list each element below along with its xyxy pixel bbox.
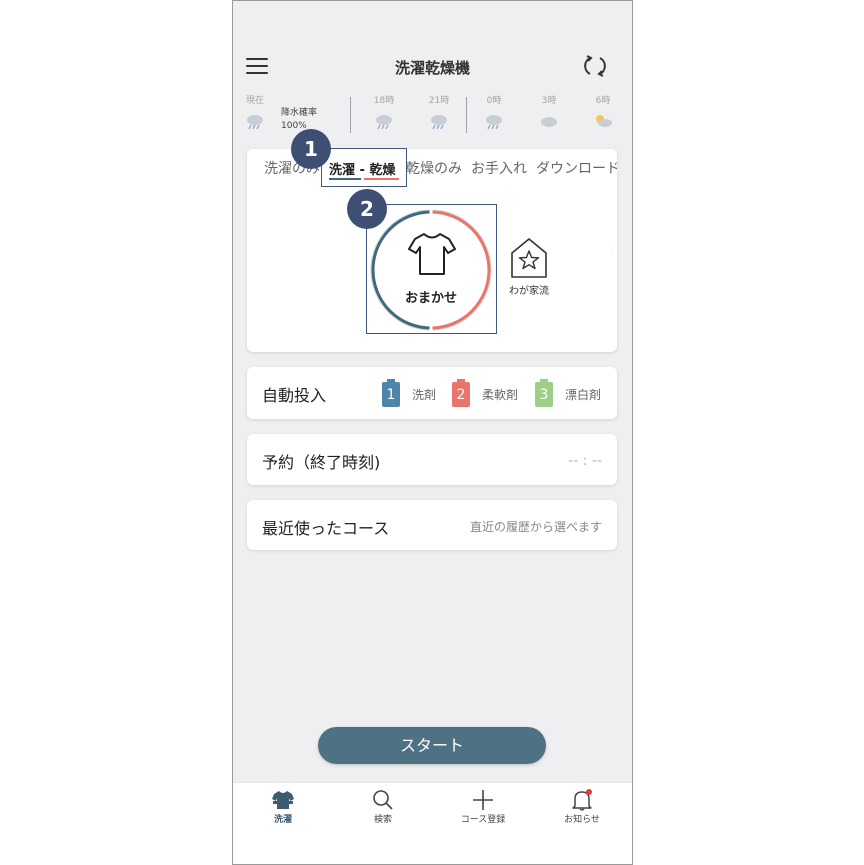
start-button[interactable]: スタート [318, 727, 546, 764]
rain-cloud-icon [247, 115, 263, 130]
refresh-icon[interactable] [582, 53, 608, 79]
sun-cloud-icon [596, 115, 612, 127]
plus-icon [473, 790, 493, 810]
house-star-icon [511, 238, 547, 278]
forecast-time: 21時 [428, 96, 450, 106]
carousel-fade-left [247, 199, 307, 329]
course-label: わが家流 [509, 286, 549, 297]
nav-course-register[interactable]: コース登録 [433, 789, 533, 825]
nav-label: 検索 [373, 815, 392, 825]
bottom-nav: 洗濯 検索 コース登録 お知らせ [233, 782, 632, 864]
recent-courses-hint: 直近の履歴から選べます [469, 520, 602, 534]
nav-laundry[interactable]: 洗濯 [233, 789, 333, 825]
page-title: 洗濯乾燥機 [394, 59, 470, 77]
bleach-label: 漂白剤 [565, 388, 602, 402]
course-wagaya[interactable]: わが家流 [504, 237, 554, 297]
tab-dry-only[interactable]: 乾燥のみ [406, 158, 462, 178]
reservation-label: 予約（終了時刻) [262, 453, 381, 472]
softener-bottle-icon: 2 [452, 379, 470, 407]
laundry-shirt-icon [272, 791, 294, 809]
recent-courses-card[interactable]: 最近使ったコース 直近の履歴から選べます [247, 500, 617, 550]
rain-cloud-icon [486, 115, 502, 130]
weather-now-label: 現在 [245, 96, 264, 106]
annotation-badge-2: 2 [347, 189, 387, 229]
forecast-item: 3時 [531, 93, 567, 130]
forecast-time: 18時 [373, 96, 395, 106]
forecast-item: 18時 [366, 93, 402, 130]
annotation-box-2 [366, 204, 497, 334]
forecast-item: 0時 [476, 93, 512, 130]
cloud-icon [541, 117, 557, 127]
rain-cloud-icon [376, 115, 392, 130]
recent-courses-label: 最近使ったコース [262, 519, 390, 538]
forecast-time: 0時 [486, 96, 502, 106]
bottle-number: 1 [386, 387, 396, 403]
phone-screen: 洗濯乾燥機 現在 降水確率 100% 18時 21時 0時 3時 6時 洗濯のみ… [232, 0, 633, 865]
auto-dose-card[interactable]: 自動投入 1 洗剤 2 柔軟剤 3 漂白剤 [247, 367, 617, 419]
forecast-time: 3時 [541, 96, 557, 106]
divider [350, 97, 351, 133]
bell-icon [572, 789, 592, 811]
carousel-fade-right [557, 199, 617, 329]
nav-label: お知らせ [564, 815, 600, 825]
nav-search[interactable]: 検索 [333, 789, 433, 825]
detergent-bottle-icon: 1 [382, 379, 400, 407]
auto-dose-label: 自動投入 [262, 386, 327, 405]
rain-cloud-icon [431, 115, 447, 130]
notification-dot [586, 789, 592, 795]
search-icon [373, 790, 393, 810]
forecast-time: 6時 [595, 96, 611, 106]
weather-forecast: 現在 降水確率 100% 18時 21時 0時 3時 6時 [233, 93, 632, 137]
nav-notifications[interactable]: お知らせ [532, 789, 632, 825]
tab-care[interactable]: お手入れ [471, 158, 527, 178]
weather-now: 現在 [237, 93, 273, 130]
bottle-number: 2 [456, 387, 466, 403]
divider [466, 97, 467, 133]
tab-download[interactable]: ダウンロード [536, 158, 617, 178]
forecast-item: 21時 [421, 93, 457, 130]
reservation-time-value: -- : -- [568, 453, 602, 469]
forecast-item: 6時 [585, 93, 621, 130]
annotation-badge-1: 1 [291, 129, 331, 169]
annotation-box-1 [321, 148, 407, 187]
nav-label: コース登録 [460, 815, 506, 825]
bottle-number: 3 [539, 387, 549, 403]
softener-label: 柔軟剤 [482, 388, 519, 402]
bleach-bottle-icon: 3 [535, 379, 553, 407]
reservation-card[interactable]: 予約（終了時刻) -- : -- [247, 434, 617, 485]
detergent-label: 洗剤 [412, 388, 437, 402]
top-bar: 洗濯乾燥機 [233, 49, 632, 87]
nav-label: 洗濯 [273, 815, 292, 825]
rain-probability-label: 降水確率 [281, 108, 318, 118]
